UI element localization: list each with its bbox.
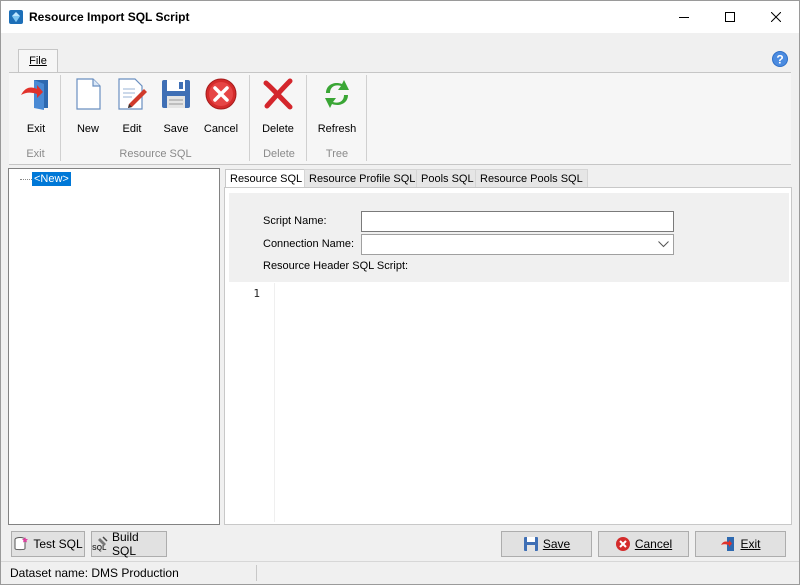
delete-x-icon: [263, 78, 293, 110]
cancel-circle-icon: [205, 78, 237, 110]
ribbon-refresh-button[interactable]: Refresh: [314, 77, 360, 135]
ribbon-cancel-button[interactable]: Cancel: [198, 77, 244, 135]
ribbon-save-button[interactable]: Save: [153, 77, 199, 135]
line-number-gutter: 1: [229, 283, 275, 522]
tab-content: Script Name: Connection Name: Resource H…: [224, 187, 792, 525]
maximize-button[interactable]: [707, 1, 753, 33]
ribbon-group-label-tree: Tree: [325, 148, 349, 160]
tab-resource-pools-sql[interactable]: Resource Pools SQL: [475, 169, 588, 188]
ribbon-tab-strip: File ?: [9, 45, 791, 73]
tree-item-new[interactable]: <New>: [32, 172, 71, 186]
save-button[interactable]: Save: [501, 531, 592, 557]
status-bar: Dataset name: DMS Production: [1, 561, 799, 584]
tab-resource-sql[interactable]: Resource SQL: [225, 169, 308, 188]
close-icon: [771, 12, 781, 22]
title-bar[interactable]: Resource Import SQL Script: [1, 1, 799, 33]
test-sql-button[interactable]: Test SQL: [11, 531, 85, 557]
script-name-label: Script Name:: [263, 215, 327, 227]
maximize-icon: [725, 12, 735, 22]
ribbon-group-label-resource-sql: Resource SQL: [119, 148, 192, 160]
help-icon[interactable]: ?: [771, 50, 789, 68]
script-name-input[interactable]: [361, 211, 674, 232]
refresh-arrows-icon: [325, 80, 349, 108]
exit-door-icon: [721, 537, 735, 551]
sql-tab-strip: Resource SQL Resource Profile SQL Pools …: [225, 169, 791, 188]
minimize-icon: [679, 17, 689, 18]
ribbon-group-label-delete: Delete: [263, 148, 295, 160]
tree-view[interactable]: <New>: [8, 168, 220, 525]
ribbon-edit-button[interactable]: Edit: [109, 77, 155, 135]
ribbon-tab-file[interactable]: File: [18, 49, 58, 73]
minimize-button[interactable]: [661, 1, 707, 33]
status-separator: [256, 565, 257, 581]
line-number: 1: [253, 287, 260, 300]
svg-text:?: ?: [776, 53, 783, 67]
exit-door-icon: [21, 80, 48, 110]
script-form: Script Name: Connection Name: Resource H…: [229, 193, 789, 282]
ribbon: Exit New Edit Save Cancel Delete Refresh…: [9, 72, 791, 165]
ribbon-separator: [306, 75, 307, 161]
build-sql-icon: SQL: [92, 536, 108, 552]
connection-name-select[interactable]: [361, 234, 674, 255]
floppy-disk-icon: [523, 537, 538, 551]
connection-name-label: Connection Name:: [263, 238, 355, 250]
cancel-circle-icon: [615, 537, 630, 551]
build-sql-button[interactable]: SQL Build SQL: [91, 530, 167, 558]
exit-button[interactable]: Exit: [695, 531, 786, 557]
cancel-button[interactable]: Cancel: [598, 531, 689, 557]
tab-resource-profile-sql[interactable]: Resource Profile SQL: [304, 169, 421, 188]
main-window: Resource Import SQL Script File ? Exit N…: [0, 0, 800, 585]
dataset-name-status: Dataset name: DMS Production: [10, 566, 179, 580]
ribbon-group-label-exit: Exit: [26, 148, 45, 160]
ribbon-new-button[interactable]: New: [65, 77, 111, 135]
ribbon-separator: [60, 75, 61, 161]
app-diamond-icon: [9, 10, 23, 24]
tab-pools-sql[interactable]: Pools SQL: [416, 169, 479, 188]
close-button[interactable]: [753, 1, 799, 33]
ribbon-separator: [249, 75, 250, 161]
tree-connector: [20, 179, 32, 180]
ribbon-separator: [366, 75, 367, 161]
ribbon-delete-button[interactable]: Delete: [255, 77, 301, 135]
floppy-disk-icon: [162, 80, 190, 108]
chevron-down-icon: [658, 241, 669, 248]
test-database-icon: [14, 537, 29, 551]
edit-document-icon: [118, 78, 147, 110]
sql-editor[interactable]: 1: [229, 283, 789, 522]
window-title: Resource Import SQL Script: [29, 10, 190, 24]
svg-text:SQL: SQL: [92, 545, 107, 552]
header-script-label: Resource Header SQL Script:: [263, 260, 409, 272]
new-document-icon: [76, 78, 101, 110]
ribbon-exit-button[interactable]: Exit: [13, 77, 59, 135]
